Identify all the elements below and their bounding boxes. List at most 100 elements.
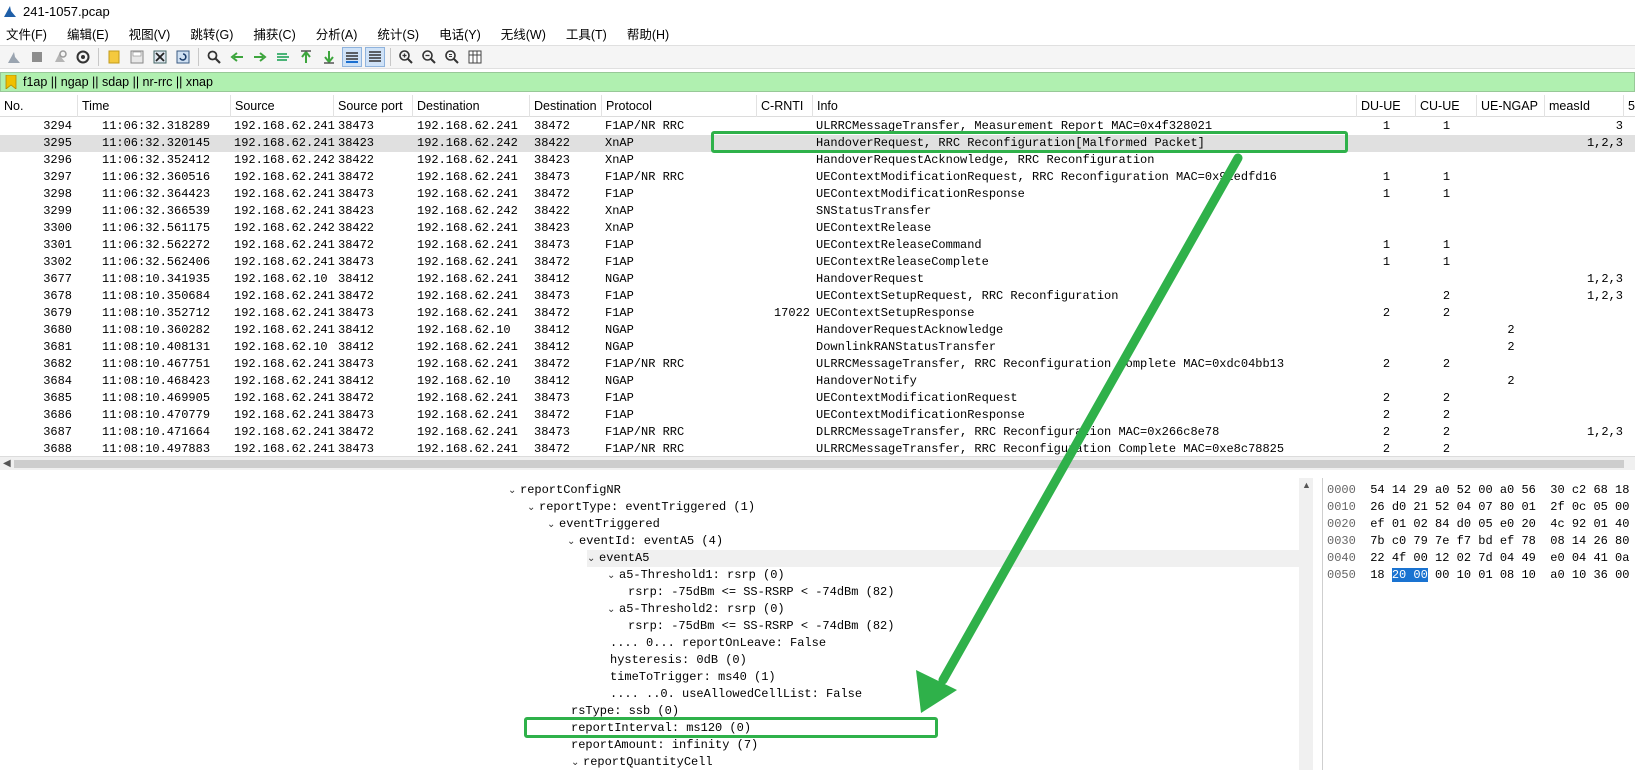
expand-chevron-icon[interactable]: ⌄ [587, 550, 599, 567]
expand-chevron-icon[interactable]: ⌄ [607, 601, 619, 618]
bookmark-icon[interactable] [5, 75, 17, 89]
expand-chevron-icon[interactable]: ⌄ [571, 754, 583, 770]
expand-chevron-icon[interactable]: ⌄ [547, 516, 559, 533]
scroll-left-icon[interactable]: ◀ [3, 457, 11, 471]
menu-item-3[interactable]: 跳转(G) [188, 22, 235, 45]
column-header-6[interactable]: Protocol [602, 95, 757, 117]
column-header-11[interactable]: UE-NGAP [1477, 95, 1545, 117]
scrollbar-thumb[interactable] [14, 460, 1624, 468]
goto-icon[interactable] [273, 47, 293, 67]
menu-item-0[interactable]: 文件(F) [4, 22, 49, 45]
open-icon[interactable] [104, 47, 124, 67]
detail-tree-item[interactable]: hysteresis: 0dB (0) [610, 652, 747, 669]
detail-tree-item[interactable]: ⌄ reportType: eventTriggered (1) [527, 499, 755, 516]
first-icon[interactable] [296, 47, 316, 67]
packet-row[interactable]: 3300 11:06:32.561175 192.168.62.242 38422 19… [0, 220, 1635, 237]
display-filter-input[interactable]: f1ap || ngap || sdap || nr-rrc || xnap [23, 75, 213, 89]
menu-item-2[interactable]: 视图(V) [127, 22, 173, 45]
packet-row[interactable]: 3681 11:08:10.408131 192.168.62.10 38412 192… [0, 339, 1635, 356]
zoom-out-icon[interactable] [419, 47, 439, 67]
column-header-13[interactable]: 5 [1624, 95, 1635, 117]
hex-line[interactable]: 0020 ef 01 02 84 d0 05 e0 20 4c 92 01 40… [1327, 516, 1635, 533]
packet-row[interactable]: 3686 11:08:10.470779 192.168.62.241 38473 19… [0, 407, 1635, 424]
packet-row[interactable]: 3679 11:08:10.352712 192.168.62.241 38473 19… [0, 305, 1635, 322]
column-header-1[interactable]: Time [78, 95, 231, 117]
packet-row[interactable]: 3297 11:06:32.360516 192.168.62.241 38472 19… [0, 169, 1635, 186]
resize-columns-icon[interactable] [465, 47, 485, 67]
detail-tree-item[interactable]: ⌄ reportQuantityCell [571, 754, 713, 770]
packet-row[interactable]: 3677 11:08:10.341935 192.168.62.10 38412 192… [0, 271, 1635, 288]
detail-tree-item[interactable]: reportAmount: infinity (7) [571, 737, 758, 754]
menu-item-9[interactable]: 工具(T) [564, 22, 609, 45]
packet-bytes-pane[interactable]: 0000 54 14 29 a0 52 00 a0 56 30 c2 68 18… [1322, 478, 1635, 770]
column-header-10[interactable]: CU-UE [1416, 95, 1477, 117]
menu-item-8[interactable]: 无线(W) [499, 22, 548, 45]
details-vertical-scrollbar[interactable]: ▲ [1299, 478, 1313, 770]
detail-tree-item[interactable]: ⌄ a5-Threshold2: rsrp (0) [607, 601, 785, 618]
detail-tree-item[interactable]: ⌄ reportConfigNR [508, 482, 621, 499]
menu-item-7[interactable]: 电话(Y) [437, 22, 483, 45]
menu-item-10[interactable]: 帮助(H) [625, 22, 671, 45]
reload-icon[interactable] [173, 47, 193, 67]
expand-chevron-icon[interactable]: ⌄ [527, 499, 539, 516]
detail-tree-item[interactable]: rsrp: -75dBm <= SS-RSRP < -74dBm (82) [628, 584, 894, 601]
column-header-4[interactable]: Destination [413, 95, 530, 117]
stop-icon[interactable] [27, 47, 47, 67]
packet-row[interactable]: 3685 11:08:10.469905 192.168.62.241 38472 19… [0, 390, 1635, 407]
packet-row[interactable]: 3682 11:08:10.467751 192.168.62.241 38473 19… [0, 356, 1635, 373]
expand-chevron-icon[interactable]: ⌄ [607, 567, 619, 584]
packet-row[interactable]: 3302 11:06:32.562406 192.168.62.241 38473 19… [0, 254, 1635, 271]
column-header-8[interactable]: Info [813, 95, 1357, 117]
shark-start-icon[interactable] [4, 47, 24, 67]
packet-row[interactable]: 3298 11:06:32.364423 192.168.62.241 38473 19… [0, 186, 1635, 203]
forward-icon[interactable] [250, 47, 270, 67]
detail-tree-item[interactable]: timeToTrigger: ms40 (1) [610, 669, 776, 686]
menu-item-1[interactable]: 编辑(E) [65, 22, 111, 45]
expand-chevron-icon[interactable]: ⌄ [508, 482, 520, 499]
packet-row[interactable]: 3687 11:08:10.471664 192.168.62.241 38472 19… [0, 424, 1635, 441]
packet-list-horizontal-scrollbar[interactable]: ◀ [0, 456, 1635, 470]
packet-row[interactable]: 3301 11:06:32.562272 192.168.62.241 38472 19… [0, 237, 1635, 254]
packet-row[interactable]: 3299 11:06:32.366539 192.168.62.241 38423 19… [0, 203, 1635, 220]
menu-item-6[interactable]: 统计(S) [375, 22, 421, 45]
close-file-icon[interactable] [150, 47, 170, 67]
column-header-0[interactable]: No. [0, 95, 78, 117]
expand-chevron-icon[interactable]: ⌄ [567, 533, 579, 550]
packet-row[interactable]: 3680 11:08:10.360282 192.168.62.241 38412 19… [0, 322, 1635, 339]
column-header-7[interactable]: C-RNTI [757, 95, 813, 117]
detail-tree-item[interactable]: ⌄ eventId: eventA5 (4) [567, 533, 723, 550]
detail-tree-item[interactable]: .... ..0. useAllowedCellList: False [610, 686, 862, 703]
autoscroll-icon[interactable] [342, 47, 362, 67]
colorize-icon[interactable] [365, 47, 385, 67]
display-filter-bar[interactable]: f1ap || ngap || sdap || nr-rrc || xnap [0, 72, 1635, 92]
hex-line[interactable]: 0000 54 14 29 a0 52 00 a0 56 30 c2 68 18… [1327, 482, 1635, 499]
zoom-in-icon[interactable] [396, 47, 416, 67]
detail-tree-item[interactable]: ⌄ eventA5 [587, 550, 1299, 567]
packet-row[interactable]: 3296 11:06:32.352412 192.168.62.242 38422 19… [0, 152, 1635, 169]
packet-row[interactable]: 3678 11:08:10.350684 192.168.62.241 38472 19… [0, 288, 1635, 305]
column-header-9[interactable]: DU-UE [1357, 95, 1416, 117]
column-header-3[interactable]: Source port [334, 95, 413, 117]
last-icon[interactable] [319, 47, 339, 67]
hex-line[interactable]: 0030 7b c0 79 7e f7 bd ef 78 08 14 26 80… [1327, 533, 1635, 550]
scroll-up-icon[interactable]: ▲ [1302, 480, 1311, 490]
back-icon[interactable] [227, 47, 247, 67]
restart-icon[interactable] [50, 47, 70, 67]
column-header-12[interactable]: measId [1545, 95, 1624, 117]
options-icon[interactable] [73, 47, 93, 67]
save-icon[interactable] [127, 47, 147, 67]
detail-tree-item[interactable]: .... 0... reportOnLeave: False [610, 635, 826, 652]
hex-line[interactable]: 0040 22 4f 00 12 02 7d 04 49 e0 04 41 0a… [1327, 550, 1635, 567]
detail-tree-item[interactable]: ⌄ a5-Threshold1: rsrp (0) [607, 567, 785, 584]
zoom-normal-icon[interactable] [442, 47, 462, 67]
detail-tree-item[interactable]: rsrp: -75dBm <= SS-RSRP < -74dBm (82) [628, 618, 894, 635]
hex-line[interactable]: 0050 18 20 00 00 10 01 08 10 a0 10 36 00… [1327, 567, 1635, 584]
hex-line[interactable]: 0010 26 d0 21 52 04 07 80 01 2f 0c 05 00… [1327, 499, 1635, 516]
column-header-5[interactable]: Destination [530, 95, 602, 117]
menu-item-5[interactable]: 分析(A) [314, 22, 360, 45]
find-icon[interactable] [204, 47, 224, 67]
menu-item-4[interactable]: 捕获(C) [251, 22, 297, 45]
detail-tree-item[interactable]: ⌄ eventTriggered [547, 516, 660, 533]
column-header-2[interactable]: Source [231, 95, 334, 117]
packet-row[interactable]: 3688 11:08:10.497883 192.168.62.241 38473 19… [0, 441, 1635, 455]
